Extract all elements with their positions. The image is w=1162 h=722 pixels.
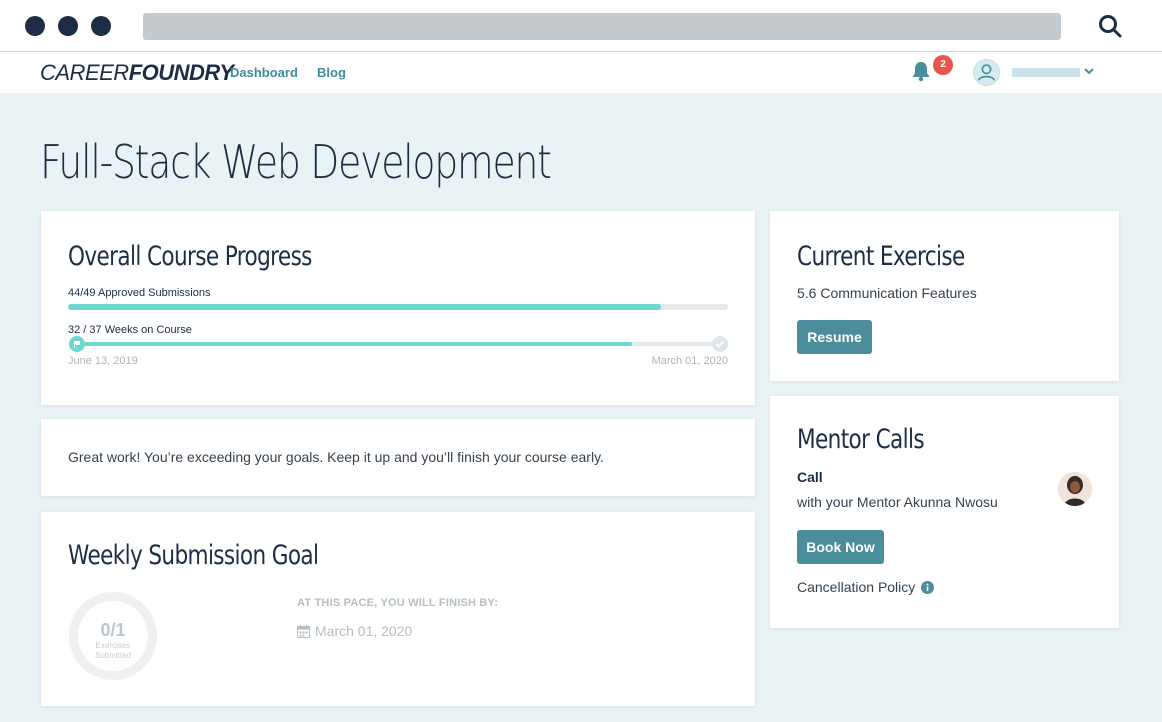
cancellation-policy-link[interactable]: Cancellation Policy (797, 579, 935, 595)
course-end-date: March 01, 2020 (651, 355, 728, 367)
call-label: Call (797, 469, 823, 485)
submissions-progress-fill (68, 304, 661, 310)
weeks-label: 32 / 37 Weeks on Course (68, 324, 192, 336)
browser-chrome (0, 0, 1162, 52)
start-flag-icon (69, 336, 85, 352)
pace-label: AT THIS PACE, YOU WILL FINISH BY: (297, 597, 499, 609)
weekly-goal-card: Weekly Submission Goal 0/1 Exercises Sub… (41, 512, 755, 706)
careerfoundry-logo[interactable]: CAREERFOUNDRY (40, 60, 234, 86)
ring-sub-submitted: Submitted (94, 651, 132, 660)
submissions-label: 44/49 Approved Submissions (68, 287, 211, 299)
current-exercise-card: Current Exercise 5.6 Communication Featu… (770, 211, 1119, 381)
ring-sub-exercises: Exercises (95, 641, 131, 650)
weeks-progress-bar (77, 342, 719, 346)
encouragement-card: Great work! You’re exceeding your goals.… (41, 419, 755, 496)
notification-bell-icon[interactable] (910, 60, 932, 82)
mentor-card-title: Mentor Calls (797, 424, 925, 455)
dashboard-page: Full-Stack Web Development Overall Cours… (0, 93, 1162, 722)
exercise-card-title: Current Exercise (797, 241, 965, 272)
progress-card-title: Overall Course Progress (68, 241, 312, 272)
weekly-card-title: Weekly Submission Goal (68, 540, 319, 571)
current-exercise-name: 5.6 Communication Features (797, 285, 977, 301)
mentor-portrait-icon (1058, 472, 1092, 506)
resume-button[interactable]: Resume (797, 320, 872, 354)
address-bar[interactable] (143, 13, 1061, 40)
book-now-button[interactable]: Book Now (797, 530, 884, 564)
info-icon[interactable] (921, 581, 935, 594)
encouragement-message: Great work! You’re exceeding your goals.… (68, 449, 604, 465)
search-icon[interactable] (1097, 13, 1123, 39)
mentor-avatar (1058, 472, 1092, 506)
finish-check-icon (712, 336, 728, 352)
mentor-with-text: with your Mentor Akunna Nwosu (797, 494, 998, 510)
nav-dashboard-link[interactable]: Dashboard (230, 65, 298, 80)
user-name-placeholder[interactable] (1012, 68, 1080, 77)
submission-goal-ring: 0/1 Exercises Submitted (69, 592, 157, 680)
submissions-progress-bar (68, 304, 728, 310)
calendar-icon (297, 625, 310, 638)
window-maximize-dot[interactable] (91, 16, 111, 36)
mentor-calls-card: Mentor Calls Call with your Mentor Akunn… (770, 396, 1119, 628)
window-minimize-dot[interactable] (58, 16, 78, 36)
course-progress-card: Overall Course Progress 44/49 Approved S… (41, 211, 755, 405)
notification-count-badge: 2 (933, 55, 953, 75)
nav-blog-link[interactable]: Blog (317, 65, 346, 80)
course-start-date: June 13, 2019 (68, 355, 138, 367)
window-close-dot[interactable] (25, 16, 45, 36)
chevron-down-icon[interactable] (1083, 65, 1095, 77)
weeks-progress-fill (77, 342, 633, 346)
submission-count: 0/1 (100, 620, 126, 640)
pace-date: March 01, 2020 (297, 623, 412, 639)
user-avatar-icon[interactable] (973, 59, 1000, 86)
page-title: Full-Stack Web Development (40, 135, 552, 189)
